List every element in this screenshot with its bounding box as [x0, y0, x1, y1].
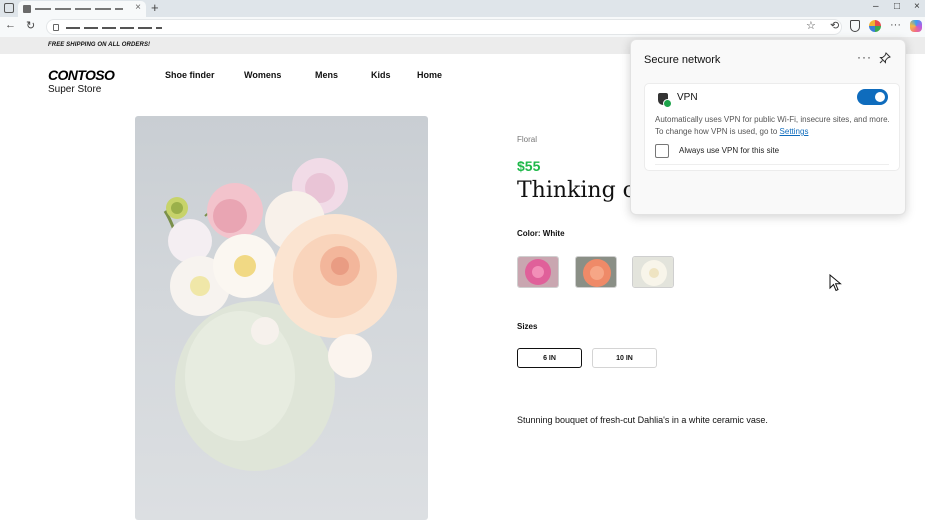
collections-icon[interactable]: ⟲: [830, 19, 839, 32]
favicon-icon: [23, 5, 31, 13]
nav-mens[interactable]: Mens: [315, 70, 338, 80]
swatch-orange-image: [576, 257, 616, 287]
vpn-description-text: Automatically uses VPN for public Wi-Fi,…: [655, 115, 890, 136]
tab-actions-icon[interactable]: [4, 3, 14, 13]
always-use-vpn-checkbox[interactable]: [655, 144, 669, 158]
promo-text: FREE SHIPPING ON ALL ORDERS!: [48, 42, 151, 48]
maximize-button[interactable]: □: [894, 1, 900, 12]
swatch-pink-image: [518, 257, 558, 287]
product-image: [135, 116, 428, 520]
card-divider: [655, 164, 889, 165]
nav-kids[interactable]: Kids: [371, 70, 391, 80]
nav-home[interactable]: Home: [417, 70, 442, 80]
flyout-title: Secure network: [644, 54, 721, 66]
favorite-star-icon[interactable]: ☆: [806, 19, 816, 32]
browser-toolbar: ← ↻: [0, 17, 925, 37]
settings-link[interactable]: Settings: [780, 127, 809, 136]
tab-close-icon[interactable]: ×: [135, 2, 141, 13]
swatch-white-image: [633, 257, 673, 287]
product-description: Stunning bouquet of fresh-cut Dahlia's i…: [517, 415, 768, 425]
product-price: $55: [517, 158, 541, 174]
swatch-pink[interactable]: [517, 256, 559, 288]
copilot-icon[interactable]: [910, 20, 922, 32]
minimize-button[interactable]: –: [873, 1, 879, 12]
url-redacted: [66, 27, 162, 29]
color-label: Color: White: [517, 229, 565, 238]
store-logo[interactable]: CONTOSO: [48, 67, 115, 83]
mouse-cursor-icon: [829, 274, 842, 292]
size-10in-button[interactable]: 10 IN: [592, 348, 657, 368]
refresh-button[interactable]: ↻: [26, 19, 35, 32]
profile-avatar[interactable]: [869, 20, 881, 32]
size-6in-button[interactable]: 6 IN: [517, 348, 582, 368]
sizes-label: Sizes: [517, 322, 538, 331]
always-use-vpn-label[interactable]: Always use VPN for this site: [679, 146, 779, 155]
vpn-toggle[interactable]: [857, 89, 888, 105]
browser-tab[interactable]: ×: [18, 1, 146, 17]
nav-womens[interactable]: Womens: [244, 70, 281, 80]
swatch-white[interactable]: [632, 256, 674, 288]
toggle-knob: [875, 92, 885, 102]
vpn-label: VPN: [677, 92, 698, 103]
close-window-button[interactable]: ×: [914, 1, 920, 12]
bouquet-illustration: [163, 158, 397, 471]
vpn-card: VPN Automatically uses VPN for public Wi…: [644, 83, 900, 171]
pin-icon[interactable]: [879, 52, 891, 64]
secure-network-flyout: Secure network ··· VPN Automatically use…: [630, 39, 906, 215]
product-title: Thinking of: [517, 178, 645, 203]
store-logo-subtitle: Super Store: [48, 84, 102, 95]
new-tab-button[interactable]: +: [151, 0, 159, 15]
swatch-orange[interactable]: [575, 256, 617, 288]
vpn-shield-icon[interactable]: [850, 20, 860, 32]
back-button[interactable]: ←: [5, 19, 16, 31]
tab-title-redacted: [35, 8, 123, 10]
vpn-description: Automatically uses VPN for public Wi-Fi,…: [655, 114, 893, 138]
lock-icon[interactable]: [53, 24, 59, 31]
nav-shoe-finder[interactable]: Shoe finder: [165, 70, 215, 80]
breadcrumb[interactable]: Floral: [517, 135, 537, 144]
address-bar[interactable]: [46, 19, 842, 35]
vpn-shield-check-icon: [658, 93, 672, 108]
more-menu-icon[interactable]: ···: [890, 19, 901, 31]
flyout-more-icon[interactable]: ···: [857, 50, 872, 64]
